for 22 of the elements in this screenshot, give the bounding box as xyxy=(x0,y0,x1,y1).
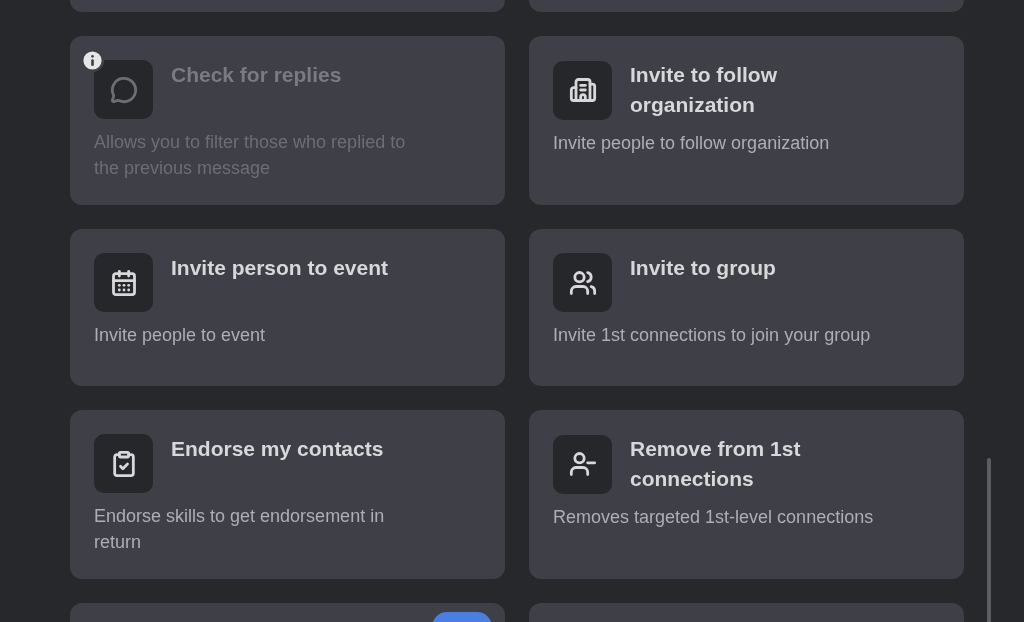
calendar-icon xyxy=(109,268,138,297)
card-description: Removes targeted 1st-level connections xyxy=(553,506,875,529)
card-title: Invite to follow organization xyxy=(630,62,778,118)
building-icon xyxy=(568,76,597,104)
chat-bubble-icon xyxy=(109,75,138,104)
scrollbar-thumb[interactable] xyxy=(987,458,991,622)
card-description: Endorse skills to get endorsement in return xyxy=(94,505,386,554)
card-description: Invite people to follow organization xyxy=(553,132,831,155)
card-title: Endorse my contacts xyxy=(171,436,384,462)
action-card[interactable]: Remove from 1st connections Removes targeted 1st-level connections xyxy=(529,410,964,579)
action-card[interactable]: Invite to follow organization Invite people to follow organization xyxy=(529,36,964,205)
action-card[interactable]: Invite person to event Invite people to event xyxy=(70,229,505,386)
action-card[interactable]: Endorse my contacts Endorse skills to get endorsement in return xyxy=(70,410,505,579)
people-icon xyxy=(568,268,597,297)
person-minus-icon xyxy=(568,450,597,478)
card-description: Invite people to event xyxy=(94,324,267,347)
action-card[interactable]: Invite to group Invite 1st connections to join your group xyxy=(529,229,964,386)
card-title: Invite to group xyxy=(630,255,776,281)
card-title: Check for replies xyxy=(171,62,342,88)
card-title: Invite person to event xyxy=(171,255,389,281)
card-description: Invite 1st connections to join your group xyxy=(553,324,872,347)
card-title: Remove from 1st connections xyxy=(630,436,802,492)
